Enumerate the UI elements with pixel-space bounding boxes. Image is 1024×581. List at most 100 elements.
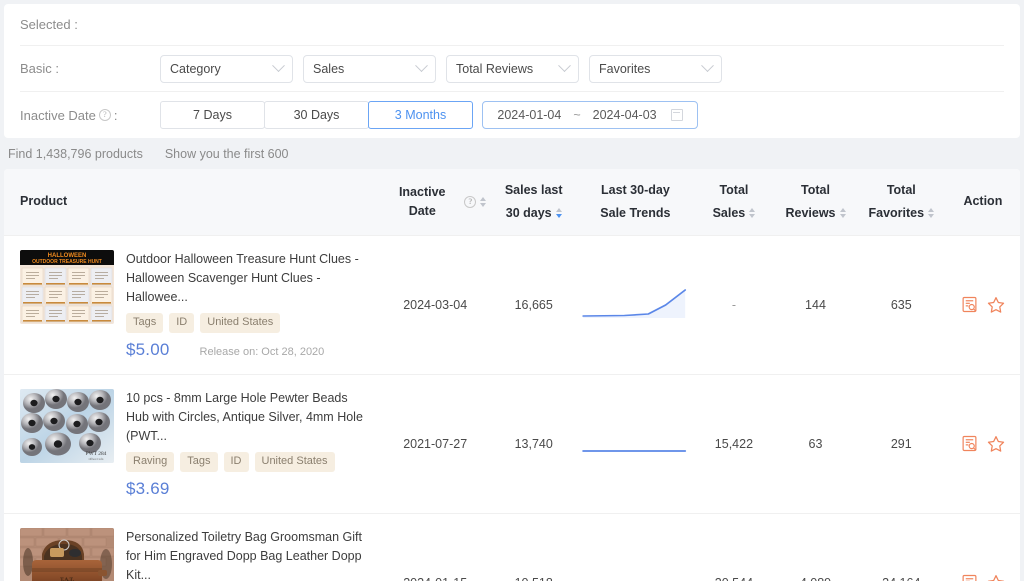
product-title[interactable]: Outdoor Halloween Treasure Hunt Clues - … (126, 250, 372, 308)
svg-text:Offbeat Crafts: Offbeat Crafts (89, 458, 104, 461)
halloween-treasure-hunt-image: HALLOWEEN OUTDOOR TREASURE HUNT (20, 249, 114, 324)
header-total-sales[interactable]: Total Sales (694, 169, 775, 235)
product-tag[interactable]: ID (223, 451, 249, 472)
result-meta: Find 1,438,796 products Show you the fir… (0, 138, 1024, 169)
caret-up-icon (839, 208, 846, 213)
caret-up-icon (928, 208, 935, 213)
preset-3-months-button[interactable]: 3 Months (368, 101, 473, 129)
product-tag[interactable]: United States (200, 312, 281, 333)
inactive-date-label: Inactive Date ? : (20, 108, 160, 123)
cell-product: PWT 284 Offbeat Crafts 10 pcs - 8mm Larg… (4, 374, 380, 513)
header-sales-days-label: 30 days (505, 205, 552, 220)
header-total-favorites-line1: Total (886, 183, 916, 197)
sort-total-favorites[interactable] (928, 208, 935, 219)
header-trend-line1: Last 30-day (601, 183, 670, 197)
favorites-dropdown-value: Favorites (599, 61, 651, 76)
document-search-icon[interactable] (961, 574, 978, 581)
table-row[interactable]: HALLOWEEN OUTDOOR TREASURE HUNT Outdoor … (4, 235, 1020, 374)
caret-up-icon (555, 208, 562, 213)
sales-dropdown[interactable]: Sales (303, 54, 436, 83)
product-price: $3.69 (126, 478, 170, 498)
caret-up-icon (480, 196, 487, 201)
cell-inactive-date: 2024-03-04 (403, 297, 468, 312)
star-icon[interactable] (987, 574, 1005, 581)
cell-total-sales: 15,422 (714, 436, 754, 451)
product-price: $5.00 (126, 339, 170, 359)
filter-panel: Selected : Basic : Category Sales Total … (4, 4, 1020, 138)
sort-total-sales[interactable] (749, 208, 756, 219)
product-tags: Raving Tags ID United States (126, 451, 372, 472)
help-icon[interactable]: ? (98, 109, 111, 121)
header-inactive-date-label: Inactive Date (398, 185, 446, 218)
date-range-preset-group: 7 Days 30 Days 3 Months (160, 101, 473, 129)
product-thumbnail[interactable]: T.A.T. R.V. (20, 527, 114, 581)
document-search-icon[interactable] (961, 435, 978, 452)
date-range-picker[interactable]: 2024-01-04 ~ 2024-04-03 (482, 101, 698, 129)
caret-down-icon (480, 202, 487, 207)
sort-inactive-date[interactable] (480, 196, 487, 207)
inactive-date-label-colon: : (113, 107, 118, 123)
cell-sale-trend: - (577, 513, 694, 581)
sort-sales-last-30-days[interactable] (555, 208, 562, 219)
product-title[interactable]: Personalized Toiletry Bag Groomsman Gift… (126, 528, 372, 581)
basic-label-text: Basic : (20, 61, 60, 76)
star-icon[interactable] (987, 296, 1005, 314)
cell-sales-last-30-days: 13,740 (514, 436, 553, 451)
product-title[interactable]: 10 pcs - 8mm Large Hole Pewter Beads Hub… (126, 389, 372, 447)
total-reviews-dropdown[interactable]: Total Reviews (446, 54, 579, 83)
table-header-row: Product Inactive Date ? Sales last 30 da… (4, 169, 1020, 235)
basic-label: Basic : (20, 61, 160, 76)
header-total-favorites-line2: Favorites (868, 205, 925, 220)
star-icon[interactable] (987, 435, 1005, 453)
cell-inactive-date: 2021-07-27 (403, 436, 468, 451)
header-total-reviews-line1: Total (801, 183, 830, 197)
product-thumbnail[interactable]: PWT 284 Offbeat Crafts (20, 388, 114, 463)
product-tag[interactable]: Tags (126, 312, 164, 333)
category-dropdown[interactable]: Category (160, 54, 293, 83)
preset-7-days-button[interactable]: 7 Days (160, 101, 265, 129)
cell-total-sales: - (731, 297, 736, 312)
date-range-end: 2024-04-03 (592, 108, 657, 122)
product-tags: Tags ID United States (126, 312, 372, 333)
pewter-beads-image: PWT 284 Offbeat Crafts (20, 388, 114, 463)
found-count-text: Find 1,438,796 products (8, 147, 143, 161)
inactive-date-filter-row: Inactive Date ? : 7 Days 30 Days 3 Month… (20, 92, 1004, 138)
cell-total-reviews: 4,089 (774, 513, 857, 581)
products-table: Product Inactive Date ? Sales last 30 da… (4, 169, 1020, 581)
product-thumbnail[interactable]: HALLOWEEN OUTDOOR TREASURE HUNT (20, 249, 114, 324)
date-range-separator: ~ (573, 108, 581, 122)
cell-sales-last-30-days: 10,518 (490, 513, 577, 581)
product-tag[interactable]: United States (254, 451, 335, 472)
products-table-card: Product Inactive Date ? Sales last 30 da… (4, 169, 1020, 581)
table-row[interactable]: T.A.T. R.V. Personalized Toiletry Bag Gr… (4, 513, 1020, 581)
caret-up-icon (749, 208, 756, 213)
favorites-dropdown[interactable]: Favorites (589, 54, 722, 83)
cell-action (946, 513, 1020, 581)
sort-total-reviews[interactable] (839, 208, 846, 219)
document-search-icon[interactable] (961, 296, 978, 313)
basic-filter-row: Basic : Category Sales Total Reviews Fav… (20, 46, 1004, 92)
help-icon[interactable]: ? (464, 195, 477, 208)
header-total-reviews[interactable]: Total Reviews (774, 169, 857, 235)
table-body: HALLOWEEN OUTDOOR TREASURE HUNT Outdoor … (4, 235, 1020, 581)
product-tag[interactable]: Tags (180, 451, 218, 472)
cell-total-favorites: 635 (890, 297, 912, 312)
cell-sales-last-30-days: 16,665 (514, 297, 553, 312)
category-dropdown-value: Category (170, 61, 221, 76)
product-tag[interactable]: ID (169, 312, 195, 333)
selected-filter-row: Selected : (20, 4, 1004, 46)
cell-inactive-date: 2024-01-15 (380, 513, 490, 581)
preset-30-days-button[interactable]: 30 Days (264, 101, 369, 129)
table-row[interactable]: PWT 284 Offbeat Crafts 10 pcs - 8mm Larg… (4, 374, 1020, 513)
product-tag[interactable]: Raving (126, 451, 175, 472)
caret-down-icon (839, 214, 846, 219)
header-total-favorites[interactable]: Total Favorites (857, 169, 946, 235)
cell-sale-trend (577, 235, 694, 374)
cell-total-favorites: 291 (890, 436, 912, 451)
cell-sale-trend (577, 374, 694, 513)
header-inactive-date[interactable]: Inactive Date ? (380, 169, 490, 235)
sparkline-flat-icon (582, 449, 687, 452)
header-sales-last-30-days[interactable]: Sales last 30 days (490, 169, 577, 235)
header-sales-last-label: Sales last (504, 183, 563, 197)
chevron-down-icon (701, 59, 714, 73)
